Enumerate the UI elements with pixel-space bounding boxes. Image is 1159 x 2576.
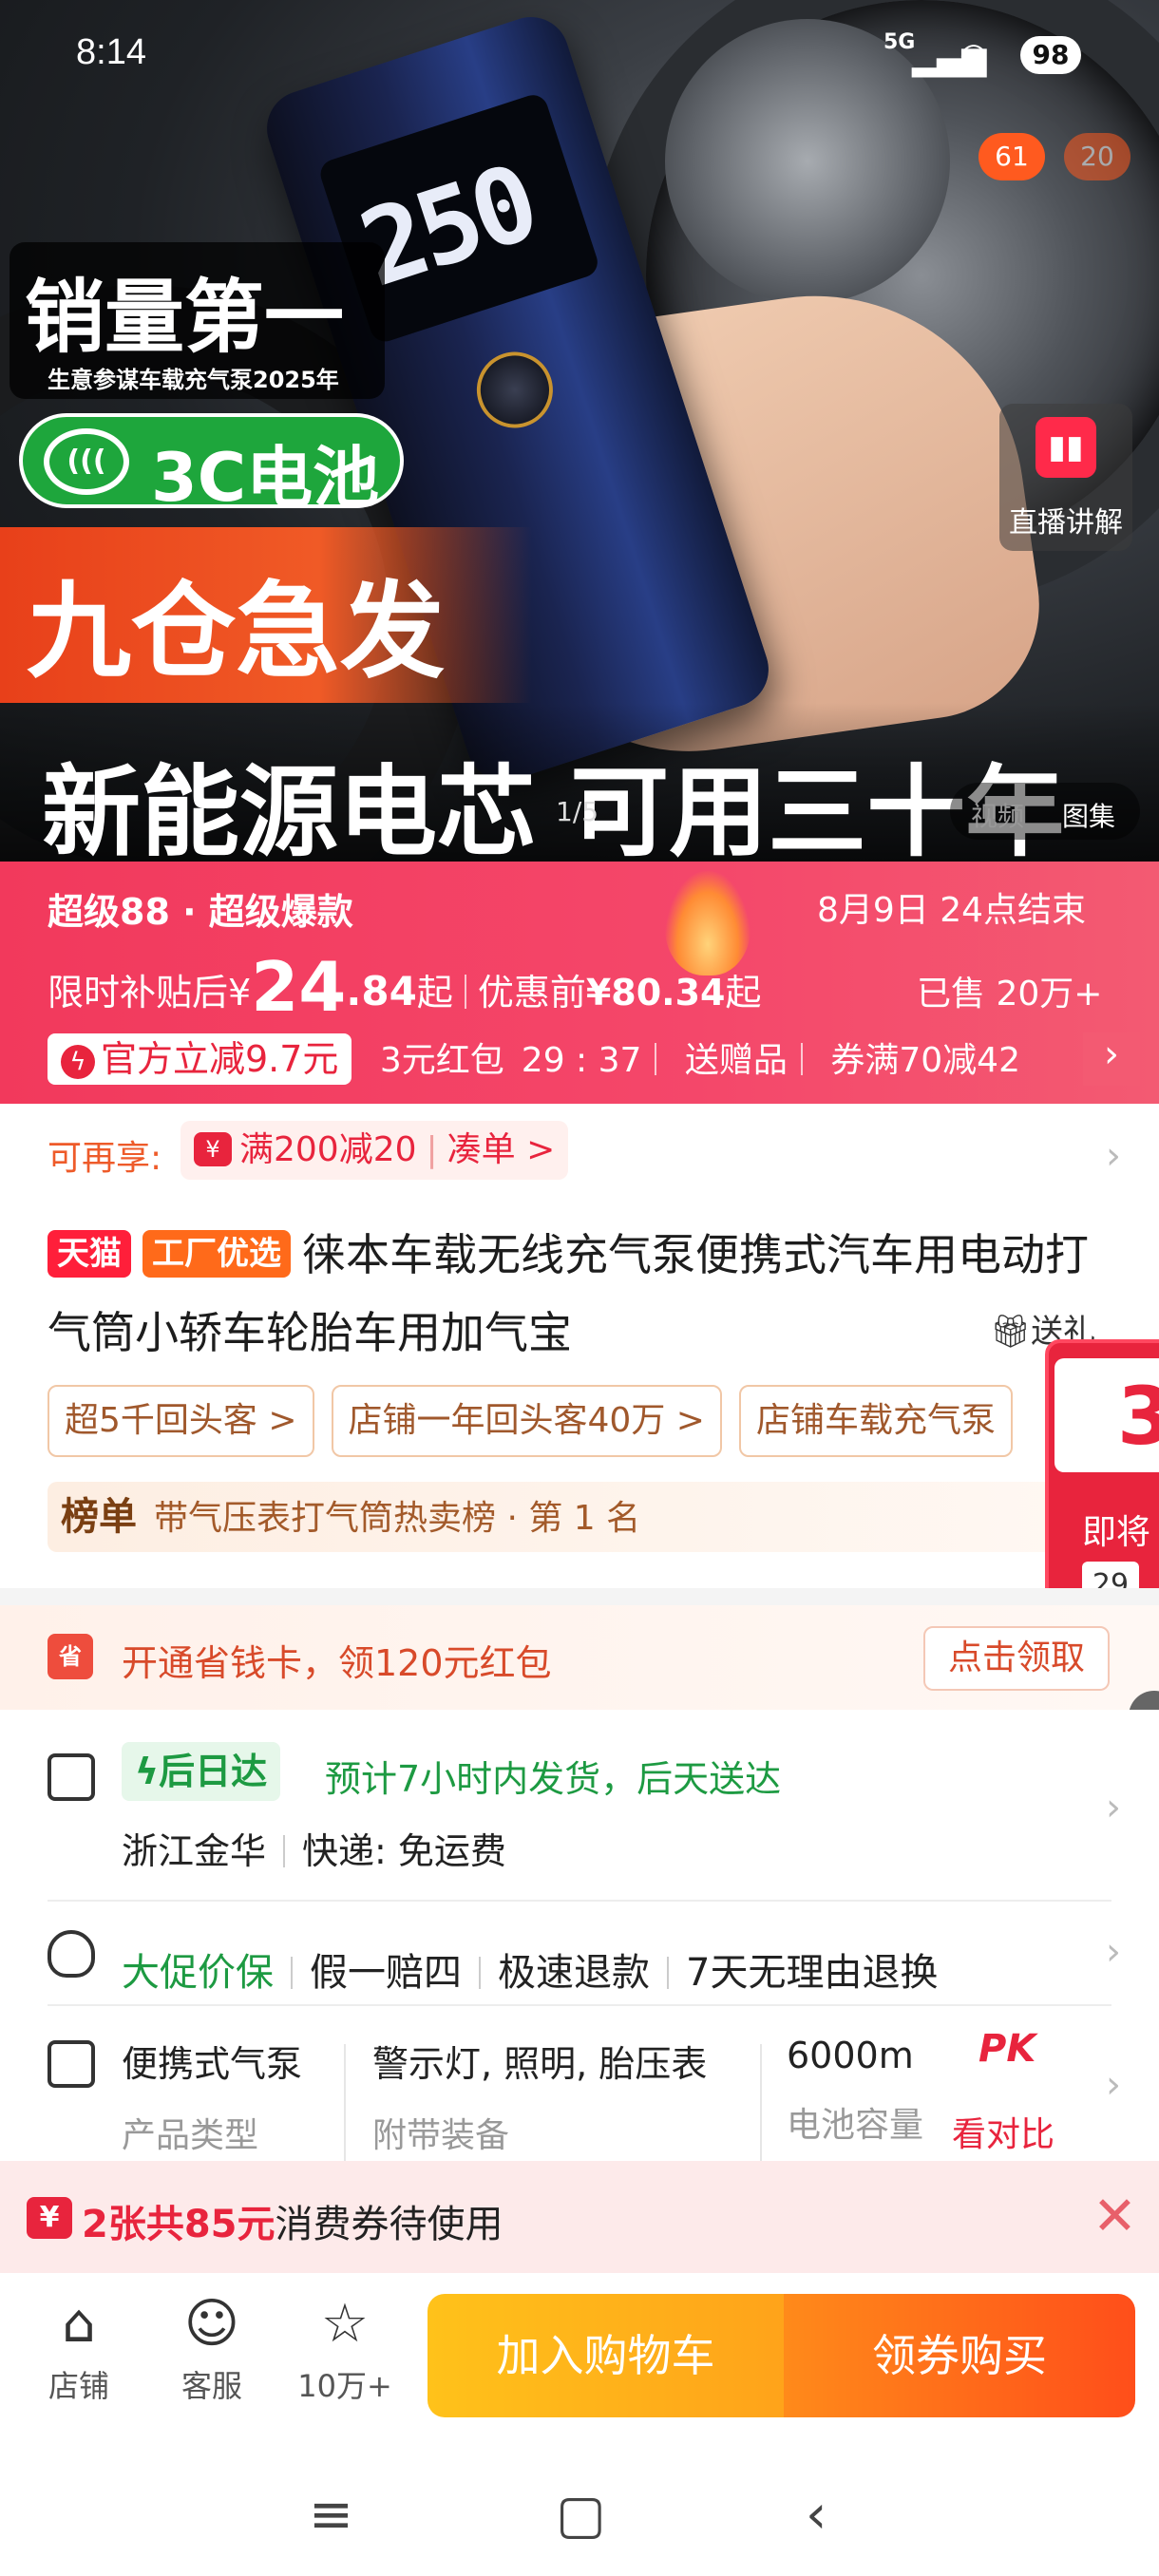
highlight-pill[interactable]: 超5千回头客 > [48,1385,314,1457]
shield-icon [48,1930,95,1978]
chevron-right-icon[interactable]: › [1106,1134,1121,1178]
truck-icon [48,1753,95,1801]
delivery-eta: 预计7小时内发货，后天送达 [325,1758,782,1800]
chevron-right-icon[interactable]: › [1083,1032,1140,1086]
gallery-tabs[interactable]: 视频 图集 [950,783,1140,840]
pk-icon: PK [978,2027,1036,2071]
specs-row[interactable]: 便携式气泵 产品类型 警示灯, 照明, 胎压表 附带装备 6000m 电池容量 PK … [0,2006,1159,2168]
highlight-pill[interactable]: 店铺车载充气泵 [738,1385,1013,1457]
back-icon[interactable]: ‹ [806,2484,826,2546]
chevron-right-icon[interactable]: › [1106,1930,1121,1974]
coupon-reminder-bar[interactable]: ¥ 2张共85元消费券待使用 ✕ [0,2161,1159,2273]
best-seller-tag: 销量第一 生意参谋车载充气泵2025年 [10,242,385,399]
price-protect: 大促价保 [122,1951,274,1995]
chevron-right-icon[interactable]: › [1106,1786,1121,1829]
spec-equipment: 警示灯, 照明, 胎压表 附带装备 [372,2043,708,2155]
original-price: ¥80.34 [585,972,726,1013]
official-discount-badge: ϟ 官方立减9.7元 [48,1033,352,1085]
shop-icon: ⌂ [62,2293,96,2355]
saving-card-icon: 省 [48,1634,93,1679]
delivery-origin: 浙江金华 快递: 免运费 [122,1830,506,1872]
pump-power-button-image [466,342,563,438]
claim-button[interactable]: 点击领取 [923,1626,1110,1691]
live-explain-button[interactable]: ▮▮ 直播讲解 [999,404,1132,551]
spec-battery: 6000m 电池容量 [787,2035,924,2145]
add-to-cart-button[interactable]: 加入购物车 [428,2294,784,2417]
bottom-action-bar: ⌂ 店铺 ☺ 客服 ☆ 10万+ 加入购物车 领券购买 [0,2273,1159,2444]
red-packet: 3元红包 29 : 37 [379,1041,642,1080]
tab-gallery[interactable]: 图集 [1062,796,1115,834]
promo-offers-row[interactable]: ϟ 官方立减9.7元 3元红包 29 : 37 送赠品 券满70减42 › [48,1032,1140,1086]
gift-icon: 🎁︎ [990,1313,1032,1351]
shop-button[interactable]: ⌂ 店铺 [27,2294,131,2406]
gallery-pager: 1/5 [556,796,599,827]
favorite-button[interactable]: ☆ 10万+ [293,2294,397,2406]
3c-battery-tag: ((( 3C电池 [19,413,404,517]
delivery-badge: ϟ后日达 [122,1742,281,1801]
promo-band: 超级88 · 超级爆款 8月9日 24点结束 限时补贴后¥24.84起 优惠前¥8… [0,862,1159,1104]
menu-icon[interactable]: ≡ [309,2484,353,2546]
product-gallery[interactable]: 250 8:14 5G ▂▄▆ ◠ 98 61 20 销量第一 生意参谋车载充气… [0,0,1159,862]
clock: 8:14 [76,32,146,72]
event-end-time: 8月9日 24点结束 [817,891,1087,930]
gift-offer: 送赠品 [684,1041,788,1080]
customer-service-icon: ☺ [183,2293,240,2355]
product-title: 天猫 工厂优选 徕本车载无线充气泵便携式汽车用电动打气筒小轿车轮胎车用加气宝 [48,1229,1089,1358]
extra-discount-chip[interactable]: ¥ 满200减20 | 凑单 > [180,1121,569,1180]
fast-ship-tag: 九仓急发 [0,527,532,703]
tab-video[interactable]: 视频 [971,796,1024,834]
factory-badge: 工厂优选 [142,1230,291,1278]
ccc-cert-icon: ((( [44,428,129,495]
highlight-pill[interactable]: 店铺一年回头客40万 > [331,1385,722,1457]
delivery-row[interactable]: ϟ后日达 预计7小时内发货，后天送达 浙江金华 快递: 免运费 › [0,1710,1159,1900]
price-line: 限时补贴后¥24.84起 优惠前¥80.34起 [48,947,762,1027]
bolt-icon: ϟ [61,1045,95,1079]
service-row[interactable]: 大促价保 假一赔四 极速退款 7天无理由退换 › [0,1902,1159,2004]
live-icon: ▮▮ [1036,417,1096,478]
laurel-badge: 榜单 [61,1495,137,1539]
final-price: 24 [251,947,347,1027]
saving-card-banner[interactable]: 省 开通省钱卡，领120元红包 点击领取 [0,1605,1159,1710]
buy-with-coupon-button[interactable]: 领券购买 [784,2294,1135,2417]
shop-highlights: 超5千回头客 > 店铺一年回头客40万 > 店铺车载充气泵 [48,1385,1159,1457]
tmall-badge: 天猫 [48,1230,131,1278]
status-bar: 8:14 5G ▂▄▆ ◠ 98 [0,27,1159,84]
home-icon[interactable]: ▢ [556,2484,606,2546]
wifi-icon: ◠ [960,36,988,74]
sold-count: 已售 20万+ [917,975,1103,1013]
red-packet-countdown: 29 : 37 [521,1041,642,1080]
bolt-icon: ϟ [135,1751,160,1792]
clipboard-icon [48,2040,95,2088]
spec-product-type: 便携式气泵 产品类型 [122,2043,303,2155]
system-nav-bar: ≡ ▢ ‹ [0,2444,1159,2576]
cart-count-badge[interactable]: 20 [1064,133,1130,180]
network-type: 5G [884,30,916,54]
product-info: 可再享: ¥ 满200减20 | 凑单 > › 天猫 工厂优选 徕本车载无线充气泵便携式汽… [0,1104,1159,1588]
star-icon: ☆ [320,2293,370,2355]
chevron-right-icon[interactable]: › [1106,2063,1121,2107]
battery-icon: 98 [1020,36,1081,74]
event-title: 超级88 · 超级爆款 [48,891,353,933]
compare-button[interactable]: 看对比 [952,2107,1054,2156]
extra-discount-row[interactable]: 可再享: ¥ 满200减20 | 凑单 > [48,1121,569,1180]
close-icon[interactable]: ✕ [1092,2186,1137,2247]
yen-icon: ¥ [194,1132,232,1166]
coupon-icon: ¥ [27,2197,72,2239]
customer-service-button[interactable]: ☺ 客服 [160,2294,264,2406]
ranking-bar[interactable]: 榜单 带气压表打气筒热卖榜 · 第 1 名 [48,1482,1092,1552]
notification-badge[interactable]: 61 [978,133,1045,180]
coupon-rule: 券满70减42 [830,1041,1020,1080]
